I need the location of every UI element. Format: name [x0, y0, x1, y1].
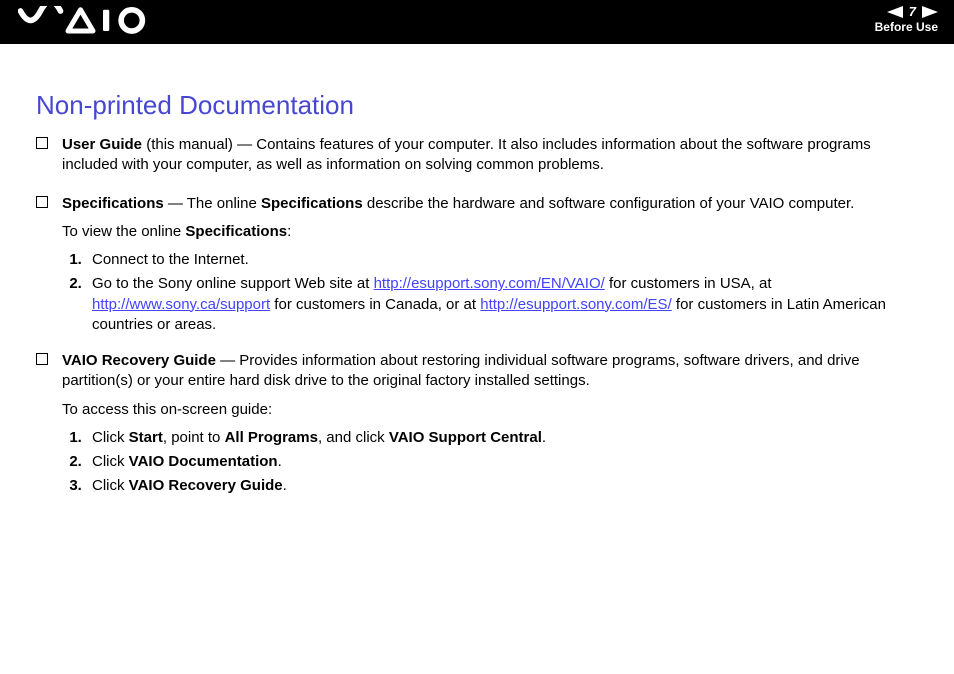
checkbox-bullet-icon: [36, 137, 48, 149]
bullet-text: (this manual) — Contains features of you…: [62, 136, 871, 173]
section-label: Before Use: [875, 20, 938, 35]
inline-bold: Specifications: [261, 195, 363, 212]
steps-list: Connect to the Internet. Go to the Sony …: [62, 250, 922, 335]
step-item: Click VAIO Documentation.: [86, 452, 922, 472]
support-link-canada[interactable]: http://www.sony.ca/support: [92, 296, 270, 313]
bullet-item: User Guide (this manual) — Contains feat…: [36, 135, 922, 184]
bullet-lead: User Guide: [62, 136, 142, 153]
bullet-item: VAIO Recovery Guide — Provides informati…: [36, 351, 922, 503]
page-number: 7: [909, 4, 916, 19]
view-suffix: :: [287, 223, 291, 240]
inline-bold: Specifications: [185, 223, 287, 240]
steps-list: Click Start, point to All Programs, and …: [62, 428, 922, 497]
bullet-item: Specifications — The online Specificatio…: [36, 194, 922, 342]
page-header: 7 Before Use: [0, 0, 954, 44]
page-content: Non-printed Documentation User Guide (th…: [0, 44, 954, 533]
page-nav: 7 Before Use: [875, 4, 938, 35]
step-item: Click Start, point to All Programs, and …: [86, 428, 922, 448]
access-line: To access this on-screen guide:: [62, 401, 272, 418]
bullet-lead: Specifications: [62, 195, 164, 212]
vaio-logo: [18, 6, 158, 36]
checkbox-bullet-icon: [36, 196, 48, 208]
step-item: Connect to the Internet.: [86, 250, 922, 270]
step-item: Click VAIO Recovery Guide.: [86, 476, 922, 496]
view-prefix: To view the online: [62, 223, 185, 240]
bullet-text: — The online: [164, 195, 261, 212]
step-item: Go to the Sony online support Web site a…: [86, 274, 922, 335]
checkbox-bullet-icon: [36, 353, 48, 365]
support-link-usa[interactable]: http://esupport.sony.com/EN/VAIO/: [374, 275, 605, 292]
bullet-lead: VAIO Recovery Guide: [62, 352, 216, 369]
nav-prev-button[interactable]: [887, 6, 903, 18]
support-link-latam[interactable]: http://esupport.sony.com/ES/: [480, 296, 671, 313]
nav-next-button[interactable]: [922, 6, 938, 18]
bullet-text: describe the hardware and software confi…: [363, 195, 855, 212]
page-title: Non-printed Documentation: [36, 90, 922, 121]
